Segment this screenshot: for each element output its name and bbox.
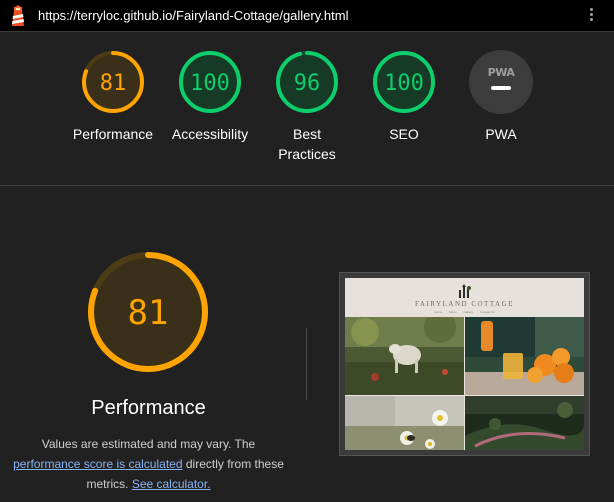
site-title: FAIRYLAND COTTAGE bbox=[415, 300, 514, 308]
score-gauges-row: 81 Performance 100 Accessibility 96 Best… bbox=[0, 32, 614, 186]
main-performance-title: Performance bbox=[91, 397, 206, 419]
best-practices-score-value: 96 bbox=[294, 71, 321, 96]
best-practices-label: Best Practices bbox=[278, 126, 336, 162]
main-performance-score: 81 bbox=[128, 293, 169, 333]
gauge-performance[interactable]: 81 Performance bbox=[63, 50, 163, 144]
lighthouse-icon bbox=[12, 5, 24, 26]
site-nav: Home Menu Gallery Contact Us bbox=[345, 310, 584, 314]
site-nav-item: Gallery bbox=[463, 310, 474, 314]
gallery-photo-garden bbox=[465, 396, 584, 450]
screenshot-content: FAIRYLAND COTTAGE Home Menu Gallery Cont… bbox=[345, 278, 584, 450]
cottage-logo-icon bbox=[459, 284, 471, 298]
accessibility-score-value: 100 bbox=[190, 71, 230, 96]
gauge-seo[interactable]: 100 SEO bbox=[354, 50, 454, 144]
page-screenshot[interactable]: FAIRYLAND COTTAGE Home Menu Gallery Cont… bbox=[339, 272, 590, 456]
site-nav-item: Contact Us bbox=[479, 310, 495, 314]
pwa-badge-icon: PWA bbox=[469, 50, 533, 114]
kebab-menu-icon[interactable] bbox=[588, 8, 594, 24]
see-calculator-link[interactable]: See calculator. bbox=[132, 477, 211, 491]
gallery-photo-daisies bbox=[345, 396, 464, 450]
site-nav-item: Menu bbox=[449, 310, 457, 314]
performance-description: Values are estimated and may vary. The p… bbox=[0, 434, 297, 494]
seo-label: SEO bbox=[389, 126, 419, 142]
performance-gauge-ring: 81 bbox=[82, 51, 144, 113]
site-nav-item: Home bbox=[434, 310, 443, 314]
seo-score-value: 100 bbox=[384, 71, 424, 96]
performance-score-value: 81 bbox=[100, 71, 127, 96]
gauge-best-practices[interactable]: 96 Best Practices bbox=[257, 50, 357, 164]
vertical-divider bbox=[306, 328, 307, 400]
gauge-accessibility[interactable]: 100 Accessibility bbox=[160, 50, 260, 144]
gauge-pwa[interactable]: PWA PWA bbox=[451, 50, 551, 144]
page-url: https://terryloc.github.io/Fairyland-Cot… bbox=[38, 8, 349, 23]
pwa-badge-text: PWA bbox=[488, 66, 516, 79]
main-performance-gauge: 81 bbox=[88, 252, 208, 372]
performance-score-link[interactable]: performance score is calculated bbox=[13, 457, 182, 471]
gallery-photo-horse bbox=[345, 317, 464, 395]
desc-text-1: Values are estimated and may vary. The bbox=[41, 437, 256, 451]
site-header: FAIRYLAND COTTAGE Home Menu Gallery Cont… bbox=[345, 278, 584, 317]
pwa-label: PWA bbox=[485, 126, 517, 142]
seo-gauge-ring: 100 bbox=[373, 51, 435, 113]
accessibility-gauge-ring: 100 bbox=[179, 51, 241, 113]
url-bar: https://terryloc.github.io/Fairyland-Cot… bbox=[0, 0, 614, 32]
accessibility-label: Accessibility bbox=[171, 126, 249, 142]
gallery-photo-oranges bbox=[465, 317, 584, 395]
best-practices-gauge-ring: 96 bbox=[276, 51, 338, 113]
performance-label: Performance bbox=[72, 126, 154, 142]
